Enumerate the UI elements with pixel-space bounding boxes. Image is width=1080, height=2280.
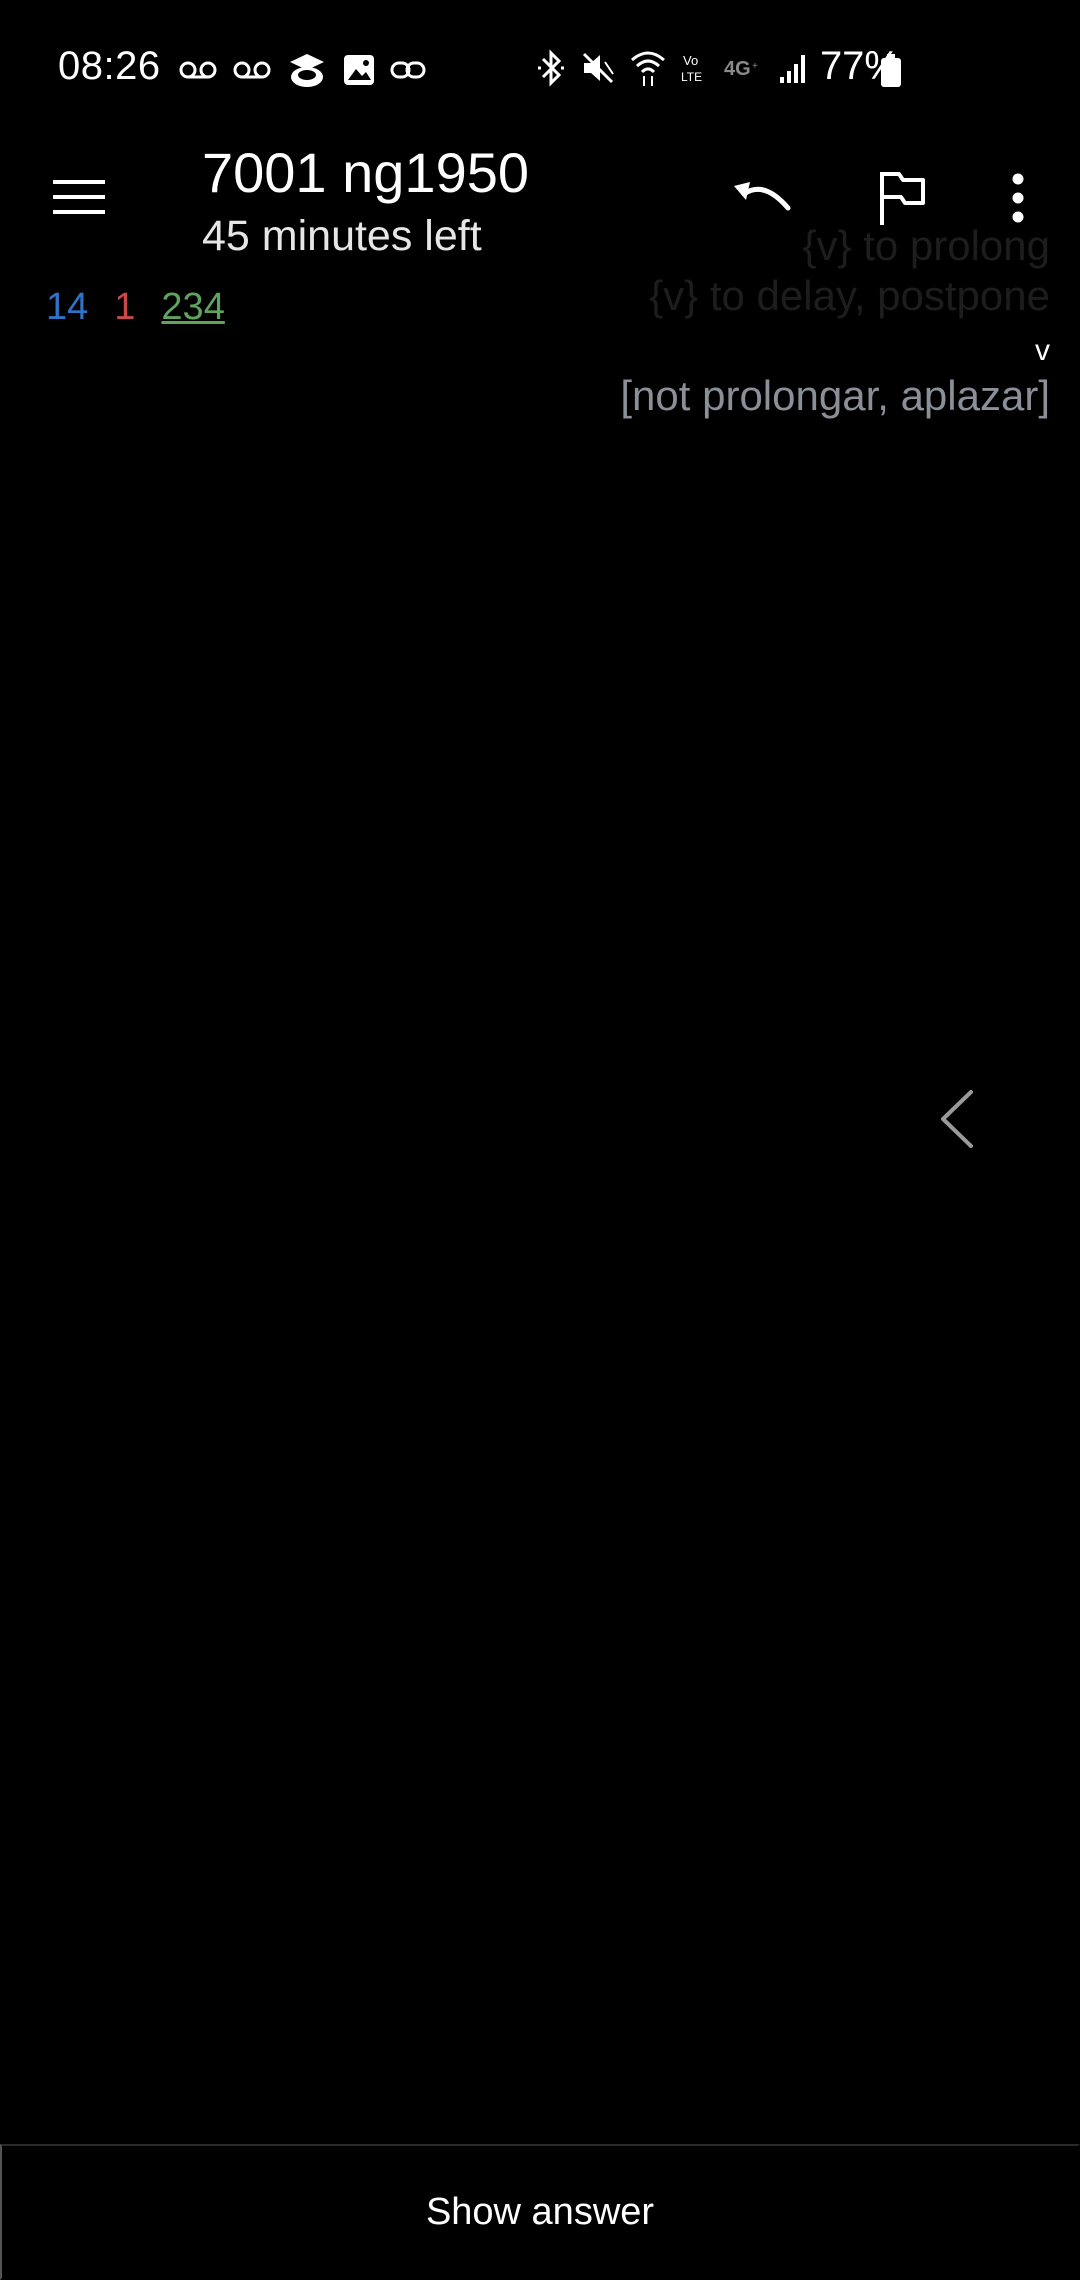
undo-button[interactable]	[722, 160, 802, 240]
review-count: 234	[161, 286, 225, 328]
menu-button[interactable]	[40, 160, 118, 238]
svg-text:LTE: LTE	[681, 70, 702, 84]
card-part-of-speech: v	[1035, 334, 1050, 367]
app-screen: 08:26 Vo LTE 4G + 77% 7001 ng1950 45 min…	[0, 0, 1080, 2280]
image-icon	[342, 53, 376, 87]
new-count: 14	[46, 286, 89, 328]
app-notification-icon	[286, 50, 328, 90]
voicemail-icon	[232, 58, 272, 82]
svg-text:+: +	[752, 61, 758, 72]
status-left-icons	[178, 50, 426, 90]
link-icon	[390, 59, 426, 81]
deck-title: 7001 ng1950	[202, 141, 530, 204]
status-bar: 08:26 Vo LTE 4G + 77%	[0, 0, 1080, 140]
card-hint: [not prolongar, aplazar]	[620, 372, 1050, 419]
side-panel-handle[interactable]	[932, 1086, 982, 1156]
card-counts: 14 1 234	[46, 286, 225, 329]
time-left-subtitle: 45 minutes left	[202, 212, 482, 260]
card-definition-1: {v} to prolong	[802, 222, 1050, 269]
mute-icon	[580, 50, 616, 86]
wifi-icon	[630, 48, 666, 88]
chevron-left-icon	[937, 1088, 977, 1155]
card-definition-2: {v} to delay, postpone	[649, 272, 1050, 319]
menu-icon	[51, 177, 107, 222]
signal-icon	[778, 51, 810, 85]
battery-icon	[880, 54, 902, 88]
undo-icon	[730, 176, 794, 225]
learning-count: 1	[114, 286, 136, 328]
more-vert-icon	[1011, 172, 1025, 229]
voicemail-icon	[178, 58, 218, 82]
4g-icon: 4G +	[724, 57, 764, 79]
svg-text:Vo: Vo	[683, 53, 698, 68]
show-answer-button[interactable]: Show answer	[0, 2144, 1080, 2280]
status-time: 08:26	[58, 44, 161, 88]
volte-icon: Vo LTE	[680, 51, 710, 85]
status-right-icons: Vo LTE 4G +	[536, 48, 810, 88]
bluetooth-icon	[536, 49, 566, 87]
svg-text:4G: 4G	[724, 58, 751, 79]
